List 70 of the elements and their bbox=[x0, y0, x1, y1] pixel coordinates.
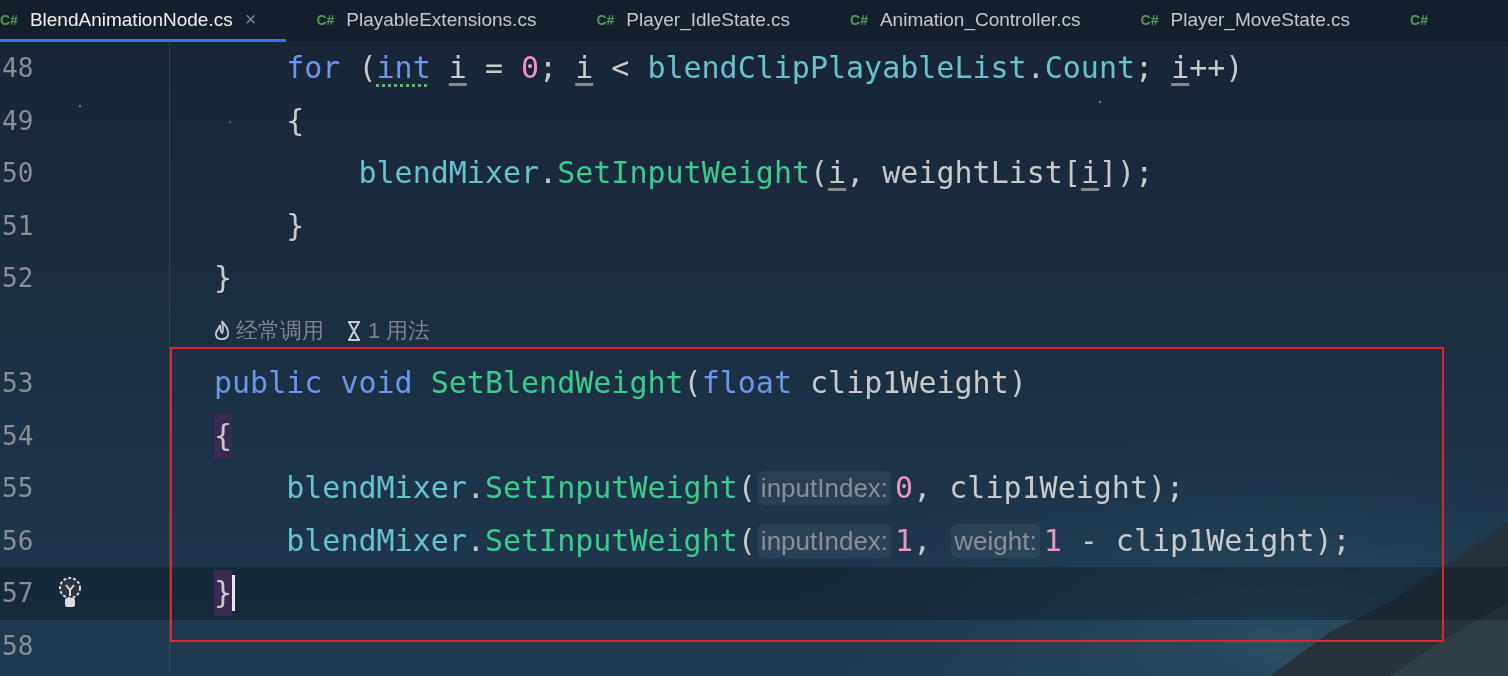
number-literal: 1 bbox=[1043, 521, 1062, 560]
code-text: i bbox=[575, 49, 594, 88]
code-text: . bbox=[466, 521, 485, 560]
number-literal: 1 bbox=[895, 521, 914, 560]
code-text: < bbox=[611, 49, 630, 88]
editor-tab[interactable]: C# PlayableExtensions.cs bbox=[316, 0, 567, 42]
editor-tab[interactable]: C# Player_MoveState.cs bbox=[1140, 0, 1380, 42]
code-text: . bbox=[466, 469, 485, 508]
line-number: 53 bbox=[1, 368, 35, 399]
line-number: 50 bbox=[1, 158, 35, 189]
keyword: void bbox=[340, 364, 413, 403]
line-number: 51 bbox=[1, 210, 35, 241]
field-name: blendMixer bbox=[286, 469, 467, 508]
code-text: i bbox=[1080, 154, 1100, 193]
code-text: ( bbox=[810, 154, 829, 193]
line-number: 48 bbox=[1, 53, 35, 84]
number-literal: 0 bbox=[521, 49, 540, 88]
editor-tab[interactable]: C# Animation_Controller.cs bbox=[850, 0, 1111, 42]
line-number: 49 bbox=[1, 105, 35, 136]
code-text: = bbox=[484, 49, 503, 88]
code-text: ( bbox=[358, 49, 377, 88]
keyword: float bbox=[701, 364, 792, 403]
code-text: , weightList[ bbox=[846, 154, 1081, 193]
keyword: public bbox=[214, 364, 323, 403]
keyword: for bbox=[286, 49, 341, 88]
code-text: , clip1Weight); bbox=[913, 469, 1185, 508]
editor-tab[interactable]: C# bbox=[1410, 0, 1458, 42]
code-vision-link[interactable]: 经常调用 bbox=[236, 315, 324, 346]
code-text: ; bbox=[539, 49, 558, 88]
method-name: SetInputWeight bbox=[484, 469, 738, 508]
code-text: , bbox=[913, 521, 932, 560]
code-text: ; bbox=[1135, 49, 1154, 88]
close-icon[interactable]: × bbox=[244, 8, 257, 31]
field-name: blendMixer bbox=[286, 521, 467, 560]
field-name: blendMixer bbox=[358, 154, 540, 193]
line-number: 52 bbox=[1, 263, 35, 294]
line-number: 57 bbox=[1, 578, 35, 609]
number-literal: 0 bbox=[895, 469, 914, 508]
field-name: Count bbox=[1044, 49, 1136, 88]
parameter-hint: weight: bbox=[951, 523, 1040, 558]
code-text: - clip1Weight); bbox=[1079, 521, 1351, 560]
code-text: ( bbox=[683, 364, 702, 403]
parameter-hint: inputIndex: bbox=[757, 471, 892, 506]
line-number: 56 bbox=[1, 525, 35, 556]
field-name: blendClipPlayableList bbox=[647, 49, 1027, 88]
code-text: ( bbox=[737, 521, 756, 560]
editor-tab[interactable]: C# Player_IdleState.cs bbox=[596, 0, 820, 42]
line-number: 55 bbox=[1, 473, 35, 504]
code-text: } bbox=[286, 206, 305, 245]
code-text: ( bbox=[737, 469, 756, 508]
code-text: i bbox=[828, 154, 847, 193]
method-name: SetInputWeight bbox=[484, 521, 738, 560]
code-text: } bbox=[214, 259, 233, 298]
method-name: SetInputWeight bbox=[557, 154, 811, 193]
parameter-hint: inputIndex: bbox=[757, 523, 892, 558]
code-text: i bbox=[1171, 49, 1190, 88]
code-text: ++) bbox=[1189, 49, 1244, 88]
code-text: { bbox=[214, 412, 233, 459]
line-number: 58 bbox=[1, 630, 35, 661]
line-number: 54 bbox=[1, 420, 35, 451]
code-vision-link[interactable]: 1 用法 bbox=[368, 315, 431, 346]
code-text: ]); bbox=[1099, 154, 1154, 193]
code-text: clip1Weight) bbox=[810, 364, 1027, 403]
code-text: i bbox=[448, 49, 467, 88]
keyword: int bbox=[376, 49, 431, 88]
method-name: SetBlendWeight bbox=[430, 364, 684, 403]
code-text: . bbox=[1026, 49, 1045, 88]
code-text: } bbox=[214, 570, 233, 617]
code-text: . bbox=[539, 154, 558, 193]
code-text: { bbox=[286, 101, 305, 140]
